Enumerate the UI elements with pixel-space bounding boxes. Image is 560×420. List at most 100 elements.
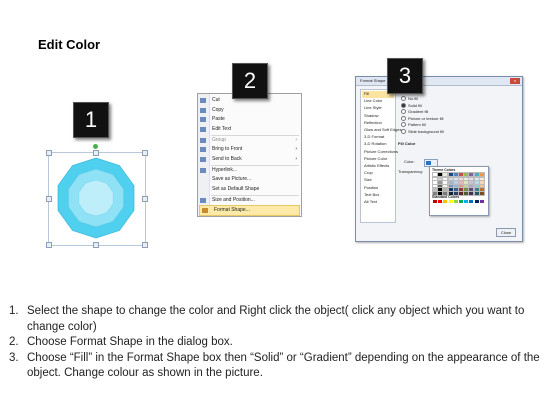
- fill-option[interactable]: Slide background fill: [401, 129, 444, 135]
- fill-option[interactable]: Picture or texture fill: [401, 116, 443, 122]
- context-menu-item-label: Format Shape...: [214, 207, 250, 213]
- hyperlink-icon: [200, 167, 206, 173]
- color-swatch[interactable]: [468, 171, 475, 178]
- category-item[interactable]: Reflection: [362, 120, 394, 127]
- radio-button[interactable]: [401, 115, 406, 121]
- color-swatch[interactable]: [443, 200, 448, 204]
- context-menu-item[interactable]: Size and Position...: [198, 196, 301, 205]
- color-swatch[interactable]: [458, 171, 464, 178]
- category-item[interactable]: 3-D Format: [362, 134, 394, 141]
- color-swatch[interactable]: [463, 190, 470, 197]
- color-swatch[interactable]: [473, 171, 480, 178]
- context-menu-item[interactable]: Copy: [198, 106, 301, 115]
- color-swatch: [426, 161, 431, 165]
- color-swatch[interactable]: [433, 200, 437, 204]
- context-menu-item[interactable]: Format Shape...: [199, 205, 300, 216]
- category-item[interactable]: Glow and Soft Edges: [362, 127, 402, 134]
- step-number: 3.: [9, 351, 19, 364]
- category-item[interactable]: Text Box: [362, 192, 394, 199]
- category-item[interactable]: Picture Corrections: [362, 149, 398, 156]
- color-swatch[interactable]: [469, 200, 474, 204]
- context-menu-item[interactable]: Hyperlink...: [198, 166, 301, 175]
- radio-button[interactable]: [401, 128, 406, 134]
- fill-option[interactable]: Gradient fill: [401, 109, 428, 115]
- radio-button[interactable]: [401, 102, 406, 108]
- category-item[interactable]: Crop: [362, 170, 394, 177]
- rotation-handle[interactable]: [93, 144, 98, 149]
- category-item[interactable]: Picture Color: [362, 156, 394, 163]
- instruction-step: 2. Choose Format Shape in the dialog box.: [9, 335, 554, 351]
- transparency-label: Transparency:: [398, 169, 424, 174]
- color-swatch[interactable]: [432, 171, 438, 178]
- color-label: Color:: [404, 159, 415, 164]
- context-menu: Cut Copy Paste Edit Text Group › Bring to Fron…: [197, 93, 302, 217]
- color-swatch[interactable]: [459, 200, 463, 204]
- context-menu-item[interactable]: Group ›: [198, 136, 301, 145]
- context-menu-item[interactable]: Bring to Front ›: [198, 145, 301, 154]
- step-marker-2: 2: [232, 63, 268, 99]
- decagon-shape[interactable]: [48, 152, 144, 244]
- color-palette: Theme Colors Standard Colors: [429, 166, 489, 216]
- color-swatch[interactable]: [479, 200, 484, 204]
- context-menu-item-label: Paste: [212, 116, 225, 122]
- context-menu-item[interactable]: Paste: [198, 115, 301, 124]
- color-swatch[interactable]: [478, 190, 485, 197]
- category-item[interactable]: Line Style: [362, 105, 394, 112]
- radio-button[interactable]: [401, 122, 406, 128]
- context-menu-item-label: Edit Text: [212, 125, 232, 132]
- group-icon: [200, 137, 206, 143]
- format-shape-icon: [202, 208, 208, 213]
- radio-button[interactable]: [401, 109, 406, 115]
- color-swatch[interactable]: [464, 200, 469, 204]
- fill-option[interactable]: Solid fill: [401, 103, 422, 109]
- color-swatch[interactable]: [447, 171, 454, 178]
- category-item[interactable]: Size: [362, 177, 394, 184]
- fill-option[interactable]: Pattern fill: [401, 122, 426, 128]
- color-swatch[interactable]: [478, 171, 485, 178]
- color-swatch[interactable]: [463, 171, 470, 178]
- step-text: Select the shape to change the color and…: [27, 305, 525, 333]
- color-swatch[interactable]: [448, 200, 453, 204]
- category-item[interactable]: Line Color: [362, 98, 394, 105]
- close-icon[interactable]: x: [510, 78, 520, 84]
- context-menu-item[interactable]: Send to Back ›: [198, 155, 301, 164]
- close-button[interactable]: Close: [496, 228, 516, 237]
- step-text: Choose Format Shape in the dialog box.: [27, 336, 233, 348]
- send-back-icon: [200, 156, 206, 162]
- color-swatch[interactable]: [453, 200, 458, 204]
- category-item[interactable]: Position: [362, 185, 394, 192]
- scissors-icon: [200, 98, 206, 103]
- color-swatch[interactable]: [458, 190, 464, 197]
- fill-option-label: Slide background fill: [408, 128, 444, 134]
- category-item[interactable]: Shadow: [362, 113, 394, 120]
- submenu-arrow-icon: ›: [295, 146, 297, 152]
- color-swatch[interactable]: [438, 200, 443, 204]
- step-marker-3: 3: [387, 58, 423, 94]
- context-menu-item[interactable]: Save as Picture...: [198, 175, 301, 184]
- context-menu-item[interactable]: Edit Text: [198, 125, 301, 134]
- dialog-title: Format Shape: [356, 77, 522, 86]
- standard-colors-label: Standard Colors: [432, 195, 460, 199]
- category-item[interactable]: 3-D Rotation: [362, 141, 394, 148]
- fill-option[interactable]: No fill: [401, 96, 418, 102]
- context-menu-item[interactable]: Set as Default Shape: [198, 185, 301, 194]
- category-item[interactable]: Alt Text: [362, 199, 394, 206]
- color-swatch[interactable]: [437, 171, 444, 178]
- context-menu-item-label: Save as Picture...: [212, 176, 252, 182]
- color-swatch[interactable]: [442, 171, 449, 178]
- color-swatch[interactable]: [468, 190, 475, 197]
- format-shape-dialog: Format Shape x Fill Line Color Line Style S…: [355, 76, 523, 242]
- category-item[interactable]: Artistic Effects: [362, 163, 394, 170]
- standard-color-row: [433, 200, 485, 204]
- radio-button[interactable]: [401, 96, 406, 102]
- color-swatch[interactable]: [473, 190, 480, 197]
- instruction-step: 3. Choose “Fill” in the Format Shape box …: [9, 351, 554, 382]
- step-number: 2.: [9, 336, 19, 348]
- step-marker-1: 1: [73, 102, 109, 138]
- theme-color-grid: [432, 171, 485, 197]
- fill-option-label: Solid fill: [408, 102, 422, 108]
- submenu-arrow-icon: ›: [295, 136, 297, 143]
- color-swatch[interactable]: [474, 200, 479, 204]
- color-swatch[interactable]: [452, 171, 459, 178]
- context-menu-item-label: Set as Default Shape: [212, 185, 260, 192]
